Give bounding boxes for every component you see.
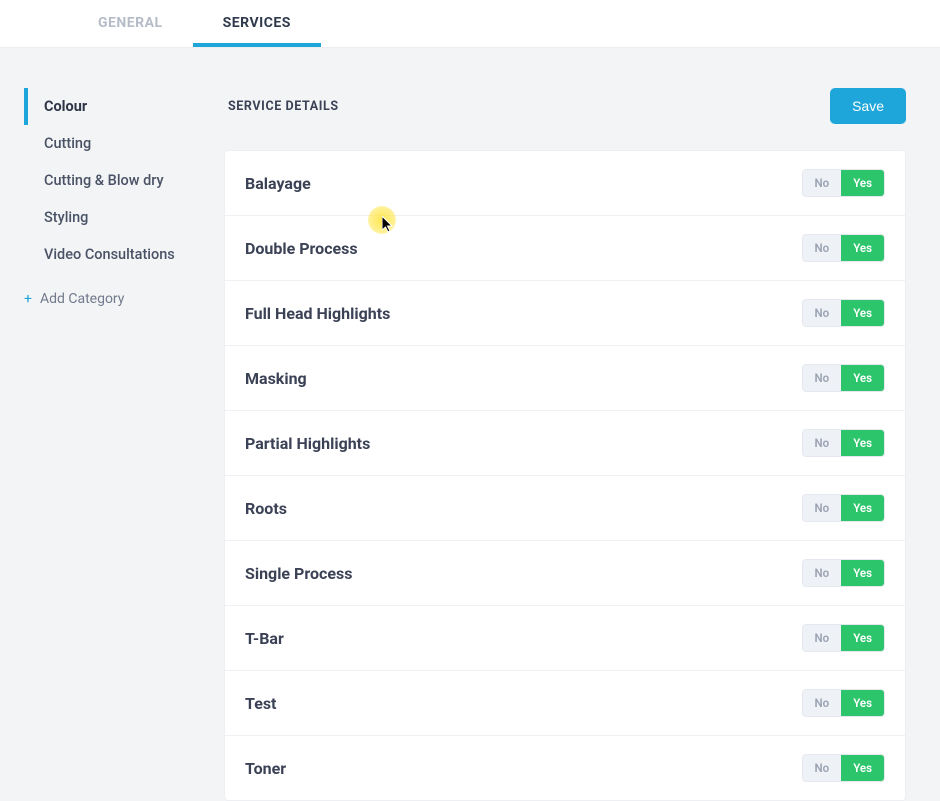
toggle-yes[interactable]: Yes — [841, 300, 884, 326]
services-panel: BalayageNoYesDouble ProcessNoYesFull Hea… — [224, 150, 906, 801]
toggle-group: NoYes — [802, 364, 885, 392]
toggle-no[interactable]: No — [803, 300, 842, 326]
service-row[interactable]: Balayage NoYes — [225, 151, 905, 216]
toggle-no[interactable]: No — [803, 690, 842, 716]
tab-services[interactable]: SERVICES — [193, 1, 321, 47]
top-tabs: GENERAL SERVICES — [0, 0, 940, 48]
sidebar-item-styling[interactable]: Styling — [24, 199, 224, 236]
toggle-no[interactable]: No — [803, 430, 842, 456]
toggle-yes[interactable]: Yes — [841, 365, 884, 391]
toggle-yes[interactable]: Yes — [841, 235, 884, 261]
toggle-group: NoYes — [802, 169, 885, 197]
toggle-yes[interactable]: Yes — [841, 430, 884, 456]
service-name: Balayage — [245, 174, 311, 193]
service-name: Test — [245, 694, 276, 713]
service-row[interactable]: Single Process NoYes — [225, 541, 905, 606]
toggle-no[interactable]: No — [803, 365, 842, 391]
tab-general[interactable]: GENERAL — [68, 1, 193, 47]
toggle-yes[interactable]: Yes — [841, 625, 884, 651]
toggle-yes[interactable]: Yes — [841, 170, 884, 196]
toggle-yes[interactable]: Yes — [841, 560, 884, 586]
toggle-group: NoYes — [802, 624, 885, 652]
toggle-group: NoYes — [802, 494, 885, 522]
sidebar-item-video-consultations[interactable]: Video Consultations — [24, 236, 224, 273]
sidebar-item-cutting-blow-dry[interactable]: Cutting & Blow dry — [24, 162, 224, 199]
service-row[interactable]: Test NoYes — [225, 671, 905, 736]
sidebar-item-colour[interactable]: Colour — [24, 88, 224, 125]
service-name: Single Process — [245, 564, 352, 583]
service-row[interactable]: Roots NoYes — [225, 476, 905, 541]
category-list: Colour Cutting Cutting & Blow dry Stylin… — [24, 88, 224, 273]
add-category-button[interactable]: + Add Category — [24, 281, 224, 317]
service-name: Roots — [245, 499, 287, 518]
service-name: Double Process — [245, 239, 358, 258]
add-category-label: Add Category — [40, 291, 124, 307]
toggle-yes[interactable]: Yes — [841, 755, 884, 781]
toggle-no[interactable]: No — [803, 755, 842, 781]
service-row[interactable]: Toner NoYes — [225, 736, 905, 800]
main-panel: SERVICE DETAILS Save BalayageNoYesDouble… — [224, 88, 906, 801]
service-name: Masking — [245, 369, 307, 388]
toggle-group: NoYes — [802, 299, 885, 327]
service-row[interactable]: Masking NoYes — [225, 346, 905, 411]
toggle-group: NoYes — [802, 559, 885, 587]
service-row[interactable]: Full Head Highlights NoYes — [225, 281, 905, 346]
service-name: Toner — [245, 759, 286, 778]
sidebar-item-cutting[interactable]: Cutting — [24, 125, 224, 162]
toggle-no[interactable]: No — [803, 495, 842, 521]
service-row[interactable]: T-Bar NoYes — [225, 606, 905, 671]
content-area: Colour Cutting Cutting & Blow dry Stylin… — [0, 48, 940, 801]
toggle-group: NoYes — [802, 689, 885, 717]
plus-icon: + — [24, 291, 32, 307]
toggle-group: NoYes — [802, 429, 885, 457]
toggle-group: NoYes — [802, 234, 885, 262]
toggle-no[interactable]: No — [803, 235, 842, 261]
section-title: SERVICE DETAILS — [228, 99, 339, 114]
toggle-no[interactable]: No — [803, 170, 842, 196]
service-name: Full Head Highlights — [245, 304, 390, 323]
toggle-yes[interactable]: Yes — [841, 690, 884, 716]
toggle-no[interactable]: No — [803, 560, 842, 586]
toggle-group: NoYes — [802, 754, 885, 782]
toggle-no[interactable]: No — [803, 625, 842, 651]
service-row[interactable]: Double Process NoYes — [225, 216, 905, 281]
main-header: SERVICE DETAILS Save — [224, 88, 906, 124]
service-name: T-Bar — [245, 629, 284, 648]
category-sidebar: Colour Cutting Cutting & Blow dry Stylin… — [24, 88, 224, 801]
toggle-yes[interactable]: Yes — [841, 495, 884, 521]
save-button[interactable]: Save — [830, 88, 906, 124]
service-name: Partial Highlights — [245, 434, 370, 453]
service-row[interactable]: Partial Highlights NoYes — [225, 411, 905, 476]
